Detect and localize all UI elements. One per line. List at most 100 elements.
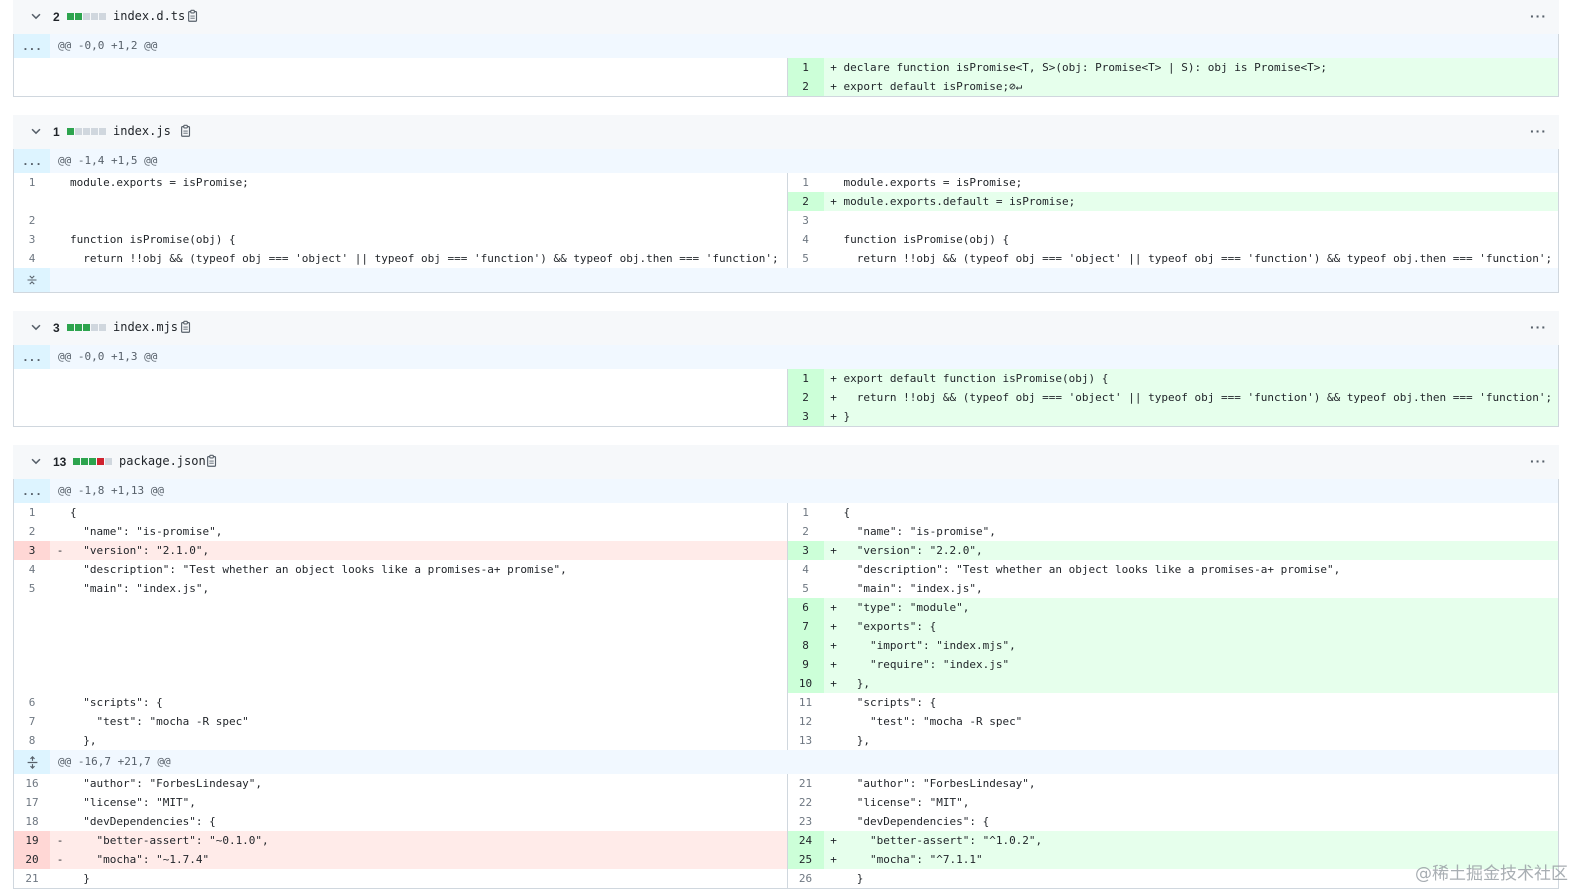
- line-number[interactable]: 7: [787, 617, 824, 636]
- line-number[interactable]: 8: [14, 731, 50, 750]
- line-number[interactable]: 10: [787, 674, 824, 693]
- line-number[interactable]: 26: [788, 869, 824, 888]
- line-number[interactable]: 3: [14, 541, 50, 560]
- file-name[interactable]: package.json: [119, 454, 206, 468]
- line-number[interactable]: 2: [788, 522, 824, 541]
- new-line: 6 + "type": "module",: [787, 598, 1558, 617]
- diff-sign: [50, 812, 70, 831]
- hunk-range: @@ -1,4 +1,5 @@: [58, 154, 158, 167]
- code-text: }: [70, 872, 90, 885]
- line-number[interactable]: 4: [788, 230, 824, 249]
- diffstat-block: [97, 458, 104, 465]
- expand-row: [14, 268, 1558, 292]
- line-number[interactable]: 2: [787, 77, 824, 96]
- line-number[interactable]: 18: [14, 812, 50, 831]
- copy-icon[interactable]: [179, 124, 193, 138]
- code-text: "description": "Test whether an object l…: [843, 563, 1341, 576]
- line-number[interactable]: 2: [787, 192, 824, 211]
- line-number[interactable]: 19: [14, 831, 50, 850]
- expand-dots-button[interactable]: ...: [14, 479, 50, 503]
- line-number[interactable]: 6: [14, 693, 50, 712]
- chevron-down-icon[interactable]: [29, 320, 43, 334]
- expand-icon[interactable]: [14, 268, 50, 292]
- kebab-menu-icon[interactable]: ···: [1530, 8, 1547, 24]
- file-name[interactable]: index.d.ts: [113, 9, 185, 23]
- line-number[interactable]: 22: [788, 793, 824, 812]
- line-number[interactable]: 1: [14, 173, 50, 192]
- line-number[interactable]: 6: [787, 598, 824, 617]
- line-number[interactable]: 21: [788, 774, 824, 793]
- line-number[interactable]: 13: [788, 731, 824, 750]
- expand-icon[interactable]: [14, 750, 50, 774]
- line-number[interactable]: 8: [787, 636, 824, 655]
- old-line: 4 "description": "Test whether an object…: [14, 560, 787, 579]
- chevron-down-icon[interactable]: [29, 124, 43, 138]
- line-number[interactable]: 2: [787, 388, 824, 407]
- new-line: 8 + "import": "index.mjs",: [787, 636, 1558, 655]
- chevron-down-icon[interactable]: [29, 454, 43, 468]
- expand-dots-button[interactable]: ...: [14, 345, 50, 369]
- line-number[interactable]: 21: [14, 869, 50, 888]
- line-number[interactable]: 5: [788, 249, 824, 268]
- diff-sign: +: [830, 639, 837, 652]
- line-number[interactable]: 23: [788, 812, 824, 831]
- line-number[interactable]: 1: [787, 369, 824, 388]
- diff-sign: [50, 731, 70, 750]
- code-text: "license": "MIT",: [843, 796, 970, 809]
- kebab-menu-icon[interactable]: ···: [1530, 319, 1547, 335]
- change-count: 3: [53, 321, 60, 335]
- kebab-menu-icon[interactable]: ···: [1530, 123, 1547, 139]
- line-number[interactable]: 4: [14, 249, 50, 268]
- line-number[interactable]: 3: [14, 230, 50, 249]
- line-number[interactable]: 2: [14, 211, 50, 230]
- line-number[interactable]: 7: [14, 712, 50, 731]
- line-number[interactable]: 4: [14, 560, 50, 579]
- line-number[interactable]: 5: [14, 579, 50, 598]
- new-line: 3 +}: [787, 407, 1558, 426]
- old-side: [14, 369, 787, 426]
- old-line: 18 "devDependencies": {: [14, 812, 787, 831]
- line-number[interactable]: 1: [788, 173, 824, 192]
- line-number[interactable]: 11: [788, 693, 824, 712]
- code-text: "main": "index.js",: [70, 582, 210, 595]
- expand-dots-button[interactable]: ...: [14, 34, 50, 58]
- line-number[interactable]: 9: [787, 655, 824, 674]
- code-text: "name": "is-promise",: [70, 525, 223, 538]
- line-number[interactable]: 1: [788, 503, 824, 522]
- line-number[interactable]: 2: [14, 522, 50, 541]
- diff-sign: [824, 693, 844, 712]
- line-number[interactable]: 3: [788, 211, 824, 230]
- line-number[interactable]: 3: [787, 541, 824, 560]
- diffstat-block: [91, 128, 98, 135]
- line-number[interactable]: 16: [14, 774, 50, 793]
- line-number[interactable]: 12: [788, 712, 824, 731]
- kebab-menu-icon[interactable]: ···: [1530, 453, 1547, 469]
- code-text: function isPromise(obj) {: [70, 233, 236, 246]
- expand-dots-button[interactable]: ...: [14, 149, 50, 173]
- file-name[interactable]: index.mjs: [113, 320, 178, 334]
- line-number[interactable]: 24: [787, 831, 824, 850]
- line-number[interactable]: 1: [787, 58, 824, 77]
- copy-icon[interactable]: [186, 9, 200, 23]
- line-number[interactable]: 20: [14, 850, 50, 869]
- diff-sign: [50, 774, 70, 793]
- code-text: "better-assert": "~0.1.0",: [70, 834, 269, 847]
- code-text: module.exports.default = isPromise;: [843, 195, 1076, 208]
- line-number[interactable]: 25: [787, 850, 824, 869]
- diff-sign: [824, 869, 844, 888]
- line-number[interactable]: 17: [14, 793, 50, 812]
- diffstat-block: [73, 458, 80, 465]
- new-line: 5 "main": "index.js",: [788, 579, 1559, 598]
- copy-icon[interactable]: [205, 454, 219, 468]
- line-number[interactable]: 4: [788, 560, 824, 579]
- chevron-down-icon[interactable]: [29, 9, 43, 23]
- line-number[interactable]: 5: [788, 579, 824, 598]
- copy-icon[interactable]: [179, 320, 193, 334]
- new-line: 1 + declare function isPromise<T, S>(obj: …: [787, 58, 1558, 77]
- line-number[interactable]: 1: [14, 503, 50, 522]
- diff-sign: [50, 522, 70, 541]
- old-line: 19- "better-assert": "~0.1.0",: [14, 831, 787, 850]
- line-number[interactable]: 3: [787, 407, 824, 426]
- file-name[interactable]: index.js: [113, 124, 171, 138]
- diff-sign: +: [830, 410, 837, 423]
